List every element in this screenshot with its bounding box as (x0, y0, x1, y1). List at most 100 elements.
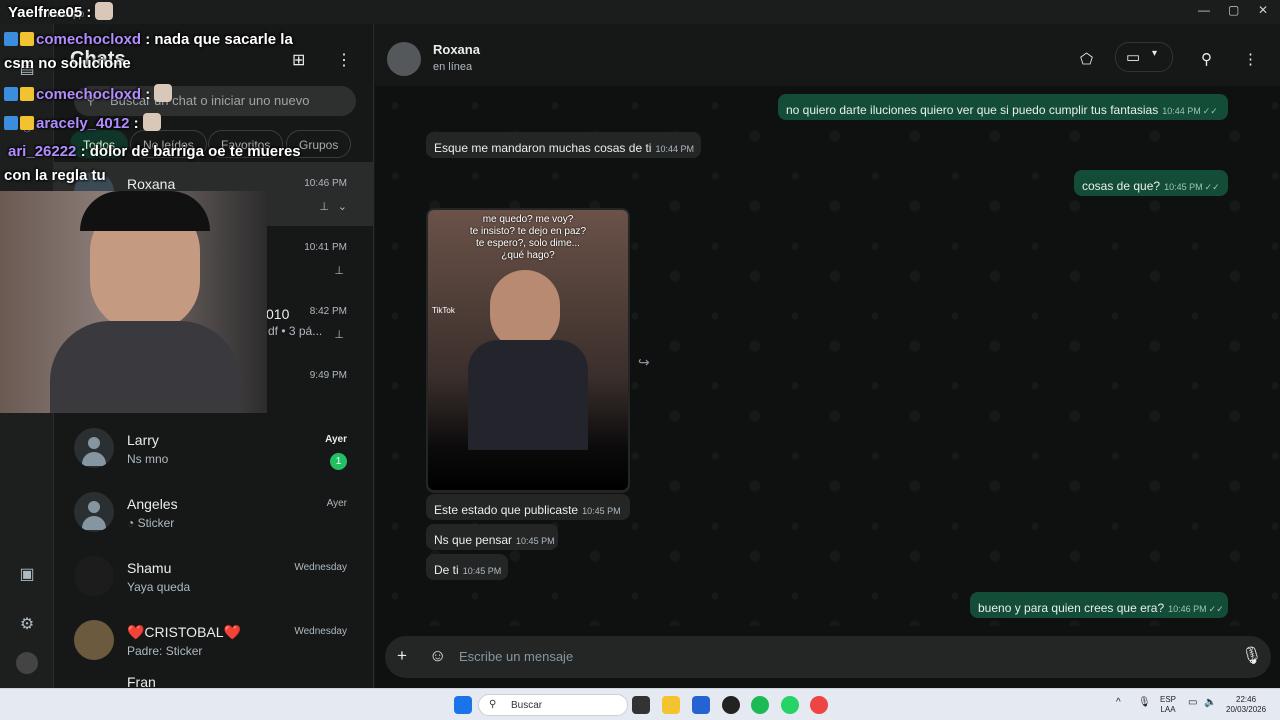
message-text: De ti (434, 563, 459, 577)
profile-avatar[interactable] (16, 652, 38, 674)
chats-title: Chats (70, 48, 126, 70)
media-message[interactable]: me quedo? me voy? te insisto? te dejo en… (426, 208, 630, 493)
person-figure (490, 270, 560, 350)
status-video-thumbnail[interactable]: me quedo? me voy? te insisto? te dejo en… (428, 210, 628, 490)
microphone-icon[interactable]: 🎙 (1241, 646, 1263, 666)
message-incoming[interactable]: Ns que pensar 10:45 PM (426, 524, 558, 550)
message-text: Ns que pensar (434, 533, 513, 547)
chat-item-fran[interactable]: Fran (54, 674, 374, 688)
chat-name: Roxana (127, 176, 176, 192)
whatsapp-icon[interactable] (781, 696, 799, 714)
message-composer: + ☺ Escribe un mensaje 🎙 (385, 636, 1271, 678)
filter-groups[interactable]: Grupos (286, 130, 352, 158)
chat-name: Fran (127, 674, 156, 688)
language-code: ESP (1160, 695, 1177, 704)
search-icon: ⚲ (86, 92, 96, 107)
message-incoming[interactable]: Esque me mandaron muchas cosas de ti 10:4… (426, 132, 701, 158)
chat-time: Ayer (325, 434, 347, 445)
label-icon[interactable]: ⬠ (1080, 50, 1093, 68)
chat-time: 10:46 PM (304, 178, 347, 189)
video-camera-icon: ▭ (1126, 49, 1141, 66)
message-incoming[interactable]: Este estado que publicaste 10:45 PM (426, 494, 630, 520)
search-icon[interactable]: ⚲ (1201, 50, 1212, 68)
store-icon[interactable] (692, 696, 710, 714)
status-icon[interactable]: ◌ (16, 120, 38, 142)
app-title: WhatsApp (38, 9, 85, 20)
search-placeholder: Buscar un chat o iniciar uno nuevo (110, 93, 310, 108)
avatar (74, 492, 114, 532)
sticker-icon: ◔ (127, 516, 138, 530)
message-outgoing[interactable]: no quiero darte iluciones quiero ver que… (778, 94, 1228, 120)
avatar (74, 620, 114, 660)
network-icon[interactable]: ▭ (1188, 698, 1197, 708)
contact-name: Roxana (433, 42, 480, 57)
message-outgoing[interactable]: bueno y para quien crees que era? 10:46 P… (970, 592, 1228, 618)
attach-plus-icon[interactable]: + (397, 646, 407, 666)
message-text: no quiero darte iluciones quiero ver que… (786, 103, 1159, 117)
clock[interactable]: 22:46 20/03/2026 (1226, 695, 1266, 715)
chat-preview: Yaya queda (127, 580, 191, 594)
taskbar-search-label: Buscar (511, 700, 543, 711)
streamer-hair (80, 191, 210, 231)
message-text: Este estado que publicaste (434, 503, 579, 517)
forward-icon[interactable]: ↪ (638, 354, 650, 371)
message-text: cosas de que? (1082, 179, 1161, 193)
volume-icon[interactable]: 🔈 (1204, 698, 1216, 708)
search-input[interactable]: ⚲ Buscar un chat o iniciar uno nuevo (74, 86, 356, 116)
caption-line: te insisto? te dejo en paz? (469, 226, 587, 237)
maximize-button[interactable]: ▢ (1228, 3, 1239, 17)
menu-kebab-icon[interactable]: ⋮ (336, 50, 352, 70)
chat-item-angeles[interactable]: Angeles ◔ Sticker Ayer (54, 482, 374, 546)
spotify-icon[interactable] (751, 696, 769, 714)
minimize-button[interactable]: — (1198, 3, 1210, 17)
chat-name: 010 (266, 306, 290, 322)
message-incoming[interactable]: De ti 10:45 PM (426, 554, 508, 580)
title-bar: WhatsApp — ▢ ✕ (0, 0, 1280, 24)
filter-all[interactable]: Todos (70, 130, 129, 158)
message-text: Esque me mandaron muchas cosas de ti (434, 141, 652, 155)
contact-status: en línea (433, 61, 473, 73)
message-input[interactable]: Escribe un mensaje (459, 649, 573, 664)
avatar (74, 556, 114, 596)
pin-icon: ⊥ (319, 201, 329, 213)
message-text: bueno y para quien crees que era? (978, 601, 1165, 615)
windows-start-icon[interactable] (454, 696, 472, 714)
chevron-down-icon[interactable]: ⌄ (338, 200, 347, 213)
chat-item-cristobal[interactable]: ❤️CRISTOBAL❤️ Padre: Sticker Wednesday (54, 610, 374, 674)
tiktok-watermark: TikTok (432, 306, 455, 315)
video-call-button[interactable]: ▭ ▾ (1115, 42, 1173, 72)
taskbar-search[interactable]: ⚲ Buscar (478, 694, 628, 716)
conversation-header[interactable]: Roxana en línea ⬠ ▭ ▾ ⚲ ⋮ (375, 24, 1280, 86)
read-receipt-icon: ✓✓ (1202, 106, 1218, 116)
chats-icon[interactable]: ▤ (16, 58, 38, 80)
task-view-icon[interactable] (632, 696, 650, 714)
chat-item-shamu[interactable]: Shamu Yaya queda Wednesday (54, 546, 374, 610)
read-receipt-icon: ✓✓ (1204, 182, 1220, 192)
message-time: 10:45 PM (462, 566, 502, 576)
close-button[interactable]: ✕ (1258, 3, 1268, 17)
chat-time: Ayer (326, 498, 347, 509)
contact-avatar[interactable] (387, 42, 421, 76)
chat-item-larry[interactable]: Larry Ns mno Ayer 1 (54, 418, 374, 482)
chat-preview-text: Sticker (137, 516, 175, 530)
new-chat-icon[interactable]: ⊞ (292, 50, 305, 70)
caption-line: me quedo? me voy? (482, 214, 574, 225)
tray-chevron-icon[interactable]: ^ (1116, 698, 1121, 708)
menu-kebab-icon[interactable]: ⋮ (1243, 50, 1258, 68)
filter-favorites[interactable]: Favoritos (208, 130, 284, 158)
emoji-icon[interactable]: ☺ (429, 646, 446, 666)
language-indicator[interactable]: ESP LAA (1160, 695, 1176, 715)
message-outgoing[interactable]: cosas de que? 10:45 PM ✓✓ (1074, 170, 1228, 196)
file-explorer-icon[interactable] (662, 696, 680, 714)
media-icon[interactable]: ▣ (16, 564, 38, 586)
obs-icon[interactable] (722, 696, 740, 714)
microphone-icon[interactable]: 🎙 (1138, 698, 1151, 708)
person-figure (468, 340, 588, 450)
filter-unread[interactable]: No leídos (130, 130, 207, 158)
chrome-icon[interactable] (810, 696, 828, 714)
settings-gear-icon[interactable]: ⚙ (16, 614, 38, 636)
clock-date: 20/03/2026 (1226, 705, 1267, 714)
chevron-down-icon: ▾ (1152, 48, 1158, 59)
clock-time: 22:46 (1236, 695, 1257, 704)
chat-preview: df • 3 pá... (268, 324, 323, 338)
